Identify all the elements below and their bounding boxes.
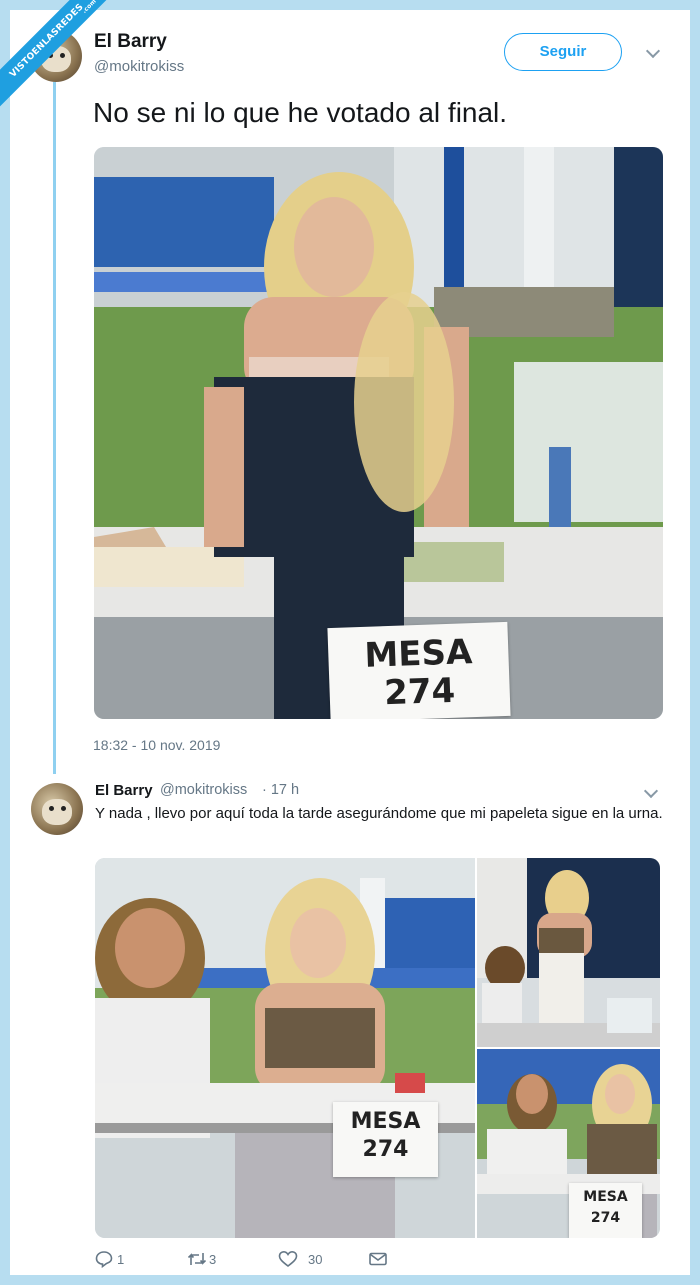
thread-line [53,82,56,774]
retweet-count: 3 [209,1252,217,1267]
watermark-ribbon: VISTOENLASREDES .com [0,0,120,120]
mesa-sign-line2: 274 [383,670,456,714]
message-button[interactable] [368,1250,390,1270]
photo-scene [95,858,475,1238]
reply-author-name[interactable]: El Barry [95,782,153,799]
retweet-icon [187,1253,207,1265]
reply-photo-bottom-right[interactable]: MESA 274 [477,1049,660,1238]
reply-count: 1 [117,1252,125,1267]
like-button[interactable]: 30 [278,1250,338,1270]
reply-icon [95,1251,113,1269]
reply-photo-large[interactable]: MESA 274 [95,858,475,1238]
like-icon [278,1250,298,1268]
tweet-text: No se ni lo que he votado al final. [93,97,508,128]
reply-photo-top-right[interactable] [477,858,660,1047]
tweet-photo[interactable]: MESA 274 [94,147,663,719]
photo-scene [477,858,660,1047]
mesa-sign-line1: MESA [363,632,473,676]
reply-age[interactable]: · 17 h [262,782,299,798]
mesa-sign-line2: 274 [362,1137,409,1162]
mesa-sign: MESA 274 [333,1102,438,1177]
reply-button[interactable]: 1 [95,1250,145,1270]
reply-author-handle[interactable]: @mokitrokiss [160,782,247,798]
mesa-sign: MESA 274 [327,621,511,719]
watermark-suffix: .com [80,0,98,15]
message-icon [369,1252,387,1266]
follow-button[interactable]: Seguir [504,33,622,71]
mesa-sign-small: MESA 274 [569,1183,642,1238]
mesa-sign-line2: 274 [590,1210,621,1226]
watermark-text: VISTOENLASREDES [8,2,86,80]
mesa-sign-line1: MESA [350,1109,421,1134]
reply-author-avatar[interactable] [31,783,83,835]
mesa-sign-line1: MESA [583,1189,628,1205]
retweet-button[interactable]: 3 [187,1250,237,1270]
like-count: 30 [308,1252,323,1267]
reply-text: Y nada , llevo por aquí toda la tarde as… [95,805,663,822]
tweet-timestamp[interactable]: 18:32 - 10 nov. 2019 [93,737,220,753]
